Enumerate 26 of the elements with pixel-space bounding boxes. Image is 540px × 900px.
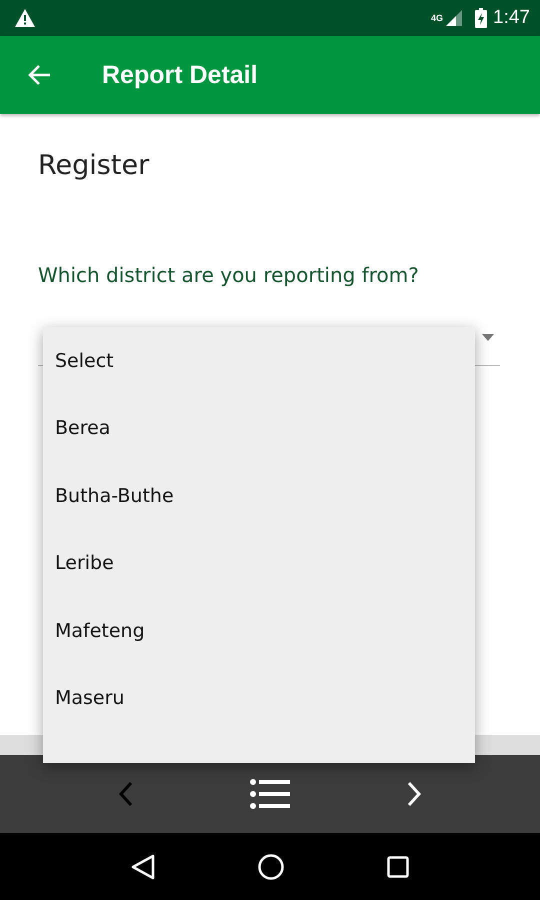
dropdown-arrow-icon [482,334,494,340]
dropdown-option[interactable]: Berea [43,394,475,462]
question-label: Which district are you reporting from? [38,263,420,287]
list-icon [248,778,291,810]
recents-button[interactable] [386,856,409,878]
dropdown-option[interactable]: Butha-Buthe [43,462,475,530]
dropdown-option[interactable]: Leribe [43,530,475,597]
chevron-right-icon [406,781,422,807]
dropdown-option[interactable]: Select [43,327,475,394]
dropdown-option[interactable]: Maseru [43,664,475,732]
dropdown-option[interactable]: Mafeteng [43,597,475,664]
screen-title: Report Detail [102,60,258,90]
network-type: 4G [431,13,444,23]
section-title: Register [38,150,150,181]
recents-square-icon [386,856,409,878]
back-triangle-icon [131,854,156,880]
home-button[interactable] [258,854,284,880]
menu-button[interactable] [248,778,291,810]
signal-icon [445,9,464,27]
back-button[interactable] [131,854,156,880]
battery-charging-icon [475,8,488,28]
warning-icon [14,8,36,28]
chevron-left-icon [118,781,134,807]
next-button[interactable] [406,781,422,807]
home-circle-icon [258,854,284,880]
clock: 1:47 [493,7,530,29]
